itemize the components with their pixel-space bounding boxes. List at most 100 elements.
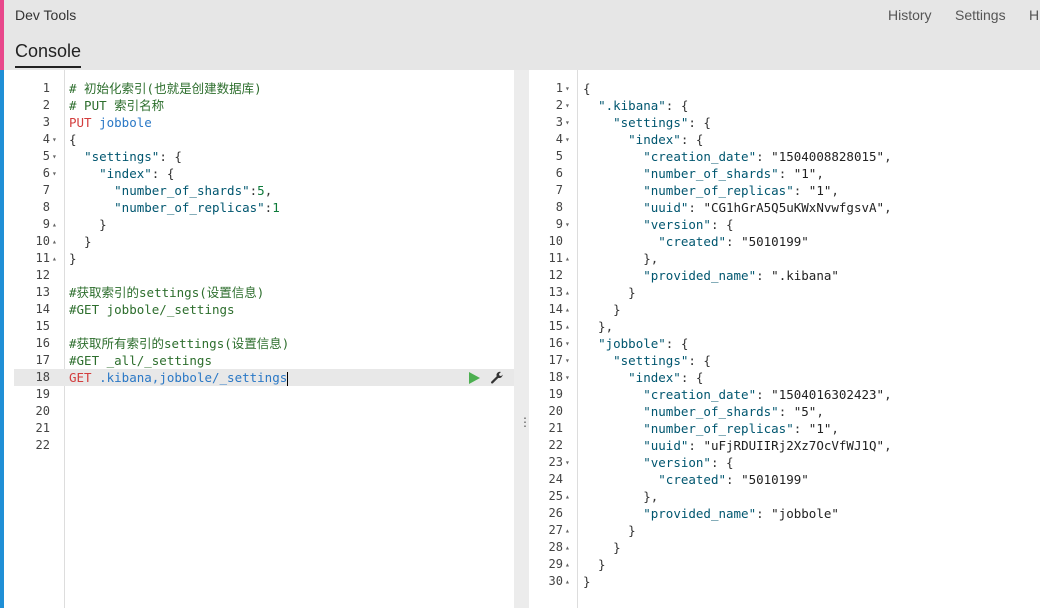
nav-history[interactable]: History	[888, 7, 932, 23]
editor-lines[interactable]: 1 # 初始化索引(也就是创建数据库) 2 # PUT 索引名称 3 PUT jobbol…	[14, 80, 514, 454]
fold-close-icon[interactable]: ▴	[52, 250, 57, 267]
editor-line[interactable]: 15	[14, 318, 514, 335]
code-text: }	[583, 522, 636, 539]
editor-line[interactable]: 14 #GET jobbole/_settings	[14, 301, 514, 318]
line-number: 27	[548, 523, 563, 537]
editor-line[interactable]: 2 # PUT 索引名称	[14, 97, 514, 114]
token-punc: : {	[710, 217, 734, 232]
fold-open-icon[interactable]: ▾	[565, 97, 570, 114]
output-line: 28 ▴ }	[529, 539, 1040, 556]
editor-line[interactable]: 22	[14, 437, 514, 454]
request-editor[interactable]: 1 # 初始化索引(也就是创建数据库) 2 # PUT 索引名称 3 PUT jobbol…	[14, 70, 514, 608]
fold-open-icon[interactable]: ▾	[565, 335, 570, 352]
code-text: "settings": {	[69, 148, 182, 165]
wrench-icon[interactable]	[490, 371, 504, 385]
line-number: 21	[548, 421, 563, 435]
tab-console[interactable]: Console	[15, 41, 82, 68]
code-text: "number_of_shards": "5",	[583, 403, 824, 420]
fold-open-icon[interactable]: ▾	[565, 352, 570, 369]
output-line: 12 "provided_name": ".kibana"	[529, 267, 1040, 284]
editor-line[interactable]: 16 #获取所有索引的settings(设置信息)	[14, 335, 514, 352]
fold-close-icon[interactable]: ▴	[565, 301, 570, 318]
code-text: "settings": {	[583, 114, 711, 131]
fold-open-icon[interactable]: ▾	[52, 131, 57, 148]
editor-line[interactable]: 3 PUT jobbole	[14, 114, 514, 131]
token-punc: ,	[831, 183, 839, 198]
editor-line[interactable]: 9 ▴ }	[14, 216, 514, 233]
editor-line[interactable]: 6 ▾ "index": {	[14, 165, 514, 182]
token-punc: ,	[816, 404, 824, 419]
line-number: 1	[42, 81, 50, 95]
nav-help[interactable]: H	[1029, 7, 1039, 23]
fold-open-icon[interactable]: ▾	[565, 216, 570, 233]
code-text: "creation_date": "1504016302423",	[583, 386, 891, 403]
token-punc	[583, 132, 628, 147]
editor-line[interactable]: 17 #GET _all/_settings	[14, 352, 514, 369]
code-text: # PUT 索引名称	[69, 97, 164, 114]
token-str: "uFjRDUIIRj2Xz7OcVfWJ1Q"	[703, 438, 885, 453]
top-bar: Dev Tools History Settings H Console	[4, 0, 1040, 70]
code-text: }	[583, 573, 591, 590]
token-comment: # PUT 索引名称	[69, 98, 165, 113]
editor-line[interactable]: 20	[14, 403, 514, 420]
editor-line[interactable]: 12	[14, 267, 514, 284]
token-punc: :	[778, 166, 794, 181]
fold-open-icon[interactable]: ▾	[565, 80, 570, 97]
token-key: "uuid"	[643, 200, 689, 215]
code-text: "uuid": "uFjRDUIIRj2Xz7OcVfWJ1Q",	[583, 437, 892, 454]
editor-line[interactable]: 13 #获取索引的settings(设置信息)	[14, 284, 514, 301]
fold-close-icon[interactable]: ▴	[565, 250, 570, 267]
output-line: 6 "number_of_shards": "1",	[529, 165, 1040, 182]
fold-close-icon[interactable]: ▴	[565, 522, 570, 539]
fold-open-icon[interactable]: ▾	[565, 114, 570, 131]
line-number: 14	[35, 302, 50, 316]
play-icon[interactable]	[469, 371, 480, 384]
code-text: "version": {	[583, 216, 734, 233]
line-number: 16	[548, 336, 563, 350]
line-number: 11	[35, 251, 50, 265]
line-number: 5	[42, 149, 50, 163]
fold-close-icon[interactable]: ▴	[565, 556, 570, 573]
fold-close-icon[interactable]: ▴	[565, 573, 570, 590]
output-line: 22 "uuid": "uFjRDUIIRj2Xz7OcVfWJ1Q",	[529, 437, 1040, 454]
fold-open-icon[interactable]: ▾	[565, 369, 570, 386]
editor-line[interactable]: 11 ▴}	[14, 250, 514, 267]
nav-settings[interactable]: Settings	[955, 7, 1006, 23]
editor-line[interactable]: 21	[14, 420, 514, 437]
code-text: "settings": {	[583, 352, 711, 369]
token-punc	[583, 217, 643, 232]
editor-line[interactable]: 4 ▾ {	[14, 131, 514, 148]
editor-line[interactable]: 1 # 初始化索引(也就是创建数据库)	[14, 80, 514, 97]
editor-line[interactable]: 8 "number_of_replicas":1	[14, 199, 514, 216]
token-punc: ,	[884, 438, 892, 453]
code-text: "index": {	[583, 369, 703, 386]
fold-close-icon[interactable]: ▴	[52, 233, 57, 250]
line-number: 4	[555, 132, 563, 146]
fold-open-icon[interactable]: ▾	[565, 131, 570, 148]
token-punc: : {	[680, 132, 704, 147]
editor-line[interactable]: 7 "number_of_shards":5,	[14, 182, 514, 199]
editor-line[interactable]: 18 GET .kibana,jobbole/_settings	[14, 369, 514, 386]
code-text: #获取索引的settings(设置信息)	[69, 284, 264, 301]
fold-close-icon[interactable]: ▴	[565, 539, 570, 556]
text-cursor	[287, 371, 289, 386]
line-number: 15	[35, 319, 50, 333]
fold-open-icon[interactable]: ▾	[52, 165, 57, 182]
fold-close-icon[interactable]: ▴	[565, 488, 570, 505]
code-text: }	[69, 216, 107, 233]
token-punc: :	[756, 387, 772, 402]
output-line: 24 "created": "5010199"	[529, 471, 1040, 488]
editor-line[interactable]: 10 ▴ }	[14, 233, 514, 250]
fold-close-icon[interactable]: ▴	[565, 318, 570, 335]
fold-open-icon[interactable]: ▾	[52, 148, 57, 165]
pane-divider[interactable]	[514, 70, 529, 608]
fold-close-icon[interactable]: ▴	[52, 216, 57, 233]
editor-line[interactable]: 19	[14, 386, 514, 403]
line-number: 7	[555, 183, 563, 197]
output-line: 15 ▴ },	[529, 318, 1040, 335]
line-number: 6	[555, 166, 563, 180]
fold-close-icon[interactable]: ▴	[565, 284, 570, 301]
output-line: 4 ▾ "index": {	[529, 131, 1040, 148]
editor-line[interactable]: 5 ▾ "settings": {	[14, 148, 514, 165]
fold-open-icon[interactable]: ▾	[565, 454, 570, 471]
